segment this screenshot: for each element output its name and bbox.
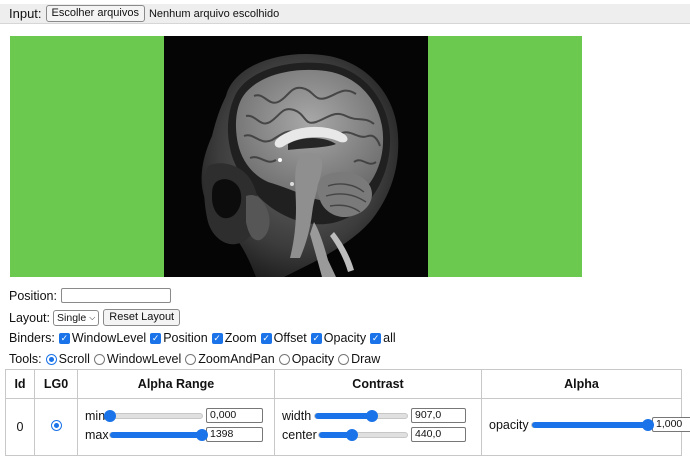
- position-input[interactable]: [60, 288, 171, 303]
- contrast-center-row: center 440,0: [282, 427, 466, 442]
- layout-selected-value: Single: [57, 311, 87, 324]
- binder-label-all: all: [383, 331, 396, 345]
- chevron-down-icon: ⌵: [89, 312, 96, 322]
- contrast-width-fill: [315, 412, 373, 419]
- alpha-min-input[interactable]: 0,000: [206, 408, 263, 423]
- alpha-max-input[interactable]: 1398: [206, 427, 263, 442]
- header-alpha: Alpha: [481, 369, 682, 399]
- binders-row: Binders: ✓ WindowLevel ✓ Position ✓ Zoom ✓ O…: [9, 331, 398, 345]
- brain-mri-drawing: [164, 36, 428, 277]
- table-row: 0 min 0,000 max 1398 width 907,0 center …: [5, 398, 690, 456]
- layers-table: Id LG0 Alpha Range Contrast Alpha 0 min …: [5, 369, 690, 456]
- checkbox-opacity[interactable]: ✓: [310, 332, 322, 344]
- alpha-max-label: max: [85, 427, 109, 442]
- checkbox-all[interactable]: ✓: [370, 332, 382, 344]
- cell-id: 0: [5, 398, 35, 456]
- alpha-max-slider[interactable]: [109, 428, 208, 441]
- opacity-input[interactable]: 1,000: [652, 417, 690, 432]
- cell-alpha: opacity 1,000: [481, 398, 690, 456]
- contrast-width-label: width: [282, 408, 312, 423]
- contrast-width-row: width 907,0: [282, 408, 466, 423]
- checkbox-windowlevel[interactable]: ✓: [58, 332, 70, 344]
- cell-lg0[interactable]: [34, 398, 78, 456]
- binder-label-position: Position: [163, 331, 208, 345]
- radio-opacity[interactable]: [278, 353, 290, 365]
- checkbox-offset[interactable]: ✓: [260, 332, 272, 344]
- opacity-thumb[interactable]: [642, 418, 654, 431]
- contrast-center-thumb[interactable]: [346, 428, 359, 441]
- binder-label-opacity: Opacity: [323, 331, 367, 345]
- binder-label-windowlevel: WindowLevel: [71, 331, 147, 345]
- alpha-max-thumb[interactable]: [196, 428, 208, 441]
- tool-label-opacity: Opacity: [291, 352, 335, 366]
- choose-files-button[interactable]: Escolher arquivos: [45, 5, 145, 22]
- input-label: Input:: [9, 6, 42, 21]
- layout-select[interactable]: Single ⌵: [53, 309, 100, 326]
- contrast-width-input[interactable]: 907,0: [411, 408, 466, 423]
- image-viewer[interactable]: [10, 36, 582, 277]
- opacity-label: opacity: [489, 417, 529, 432]
- header-lg0: LG0: [34, 369, 78, 399]
- contrast-center-label: center: [282, 427, 317, 442]
- tools-label: Tools:: [9, 352, 42, 366]
- tool-label-draw: Draw: [351, 352, 381, 366]
- tools-row: Tools: Scroll WindowLevel ZoomAndPan Opa…: [9, 352, 382, 366]
- contrast-center-slider[interactable]: [318, 428, 408, 441]
- no-file-text: Nenhum arquivo escolhido: [148, 7, 280, 20]
- header-contrast: Contrast: [274, 369, 482, 399]
- tool-label-windowlevel: WindowLevel: [106, 352, 182, 366]
- layer-select-radio[interactable]: [50, 420, 62, 431]
- alpha-max-row: max 1398: [85, 427, 263, 442]
- file-input-bar: Input: Escolher arquivos Nenhum arquivo …: [0, 4, 690, 24]
- layout-row: Layout: Single ⌵ Reset Layout: [9, 309, 181, 326]
- alpha-max-fill: [110, 431, 202, 438]
- alpha-min-thumb[interactable]: [104, 409, 116, 422]
- contrast-center-input[interactable]: 440,0: [411, 427, 466, 442]
- tool-label-scroll: Scroll: [58, 352, 90, 366]
- checkbox-zoom[interactable]: ✓: [211, 332, 223, 344]
- layout-label: Layout:: [9, 310, 51, 325]
- radio-scroll[interactable]: [45, 353, 57, 365]
- binder-label-zoom: Zoom: [224, 331, 257, 345]
- opacity-row: opacity 1,000: [489, 417, 690, 432]
- checkbox-position[interactable]: ✓: [150, 332, 162, 344]
- radio-zoomandpan[interactable]: [185, 353, 197, 365]
- position-row: Position:: [9, 288, 171, 303]
- alpha-min-row: min 0,000: [85, 408, 263, 423]
- tool-label-zoomandpan: ZoomAndPan: [198, 352, 275, 366]
- header-id: Id: [5, 369, 35, 399]
- radio-draw[interactable]: [338, 353, 350, 365]
- contrast-width-thumb[interactable]: [366, 409, 379, 422]
- cell-contrast: width 907,0 center 440,0: [274, 398, 482, 456]
- reset-layout-button[interactable]: Reset Layout: [103, 309, 181, 326]
- alpha-min-slider[interactable]: [104, 409, 203, 422]
- opacity-slider[interactable]: [531, 418, 654, 431]
- binder-label-offset: Offset: [273, 331, 307, 345]
- table-header-row: Id LG0 Alpha Range Contrast Alpha: [5, 369, 682, 399]
- cell-alpha-range: min 0,000 max 1398: [77, 398, 275, 456]
- mri-image[interactable]: [164, 36, 428, 277]
- position-label: Position:: [9, 288, 57, 303]
- opacity-fill: [532, 421, 648, 428]
- contrast-width-slider[interactable]: [314, 409, 408, 422]
- binders-label: Binders:: [9, 331, 55, 345]
- radio-windowlevel[interactable]: [93, 353, 105, 365]
- header-alpha-range: Alpha Range: [77, 369, 275, 399]
